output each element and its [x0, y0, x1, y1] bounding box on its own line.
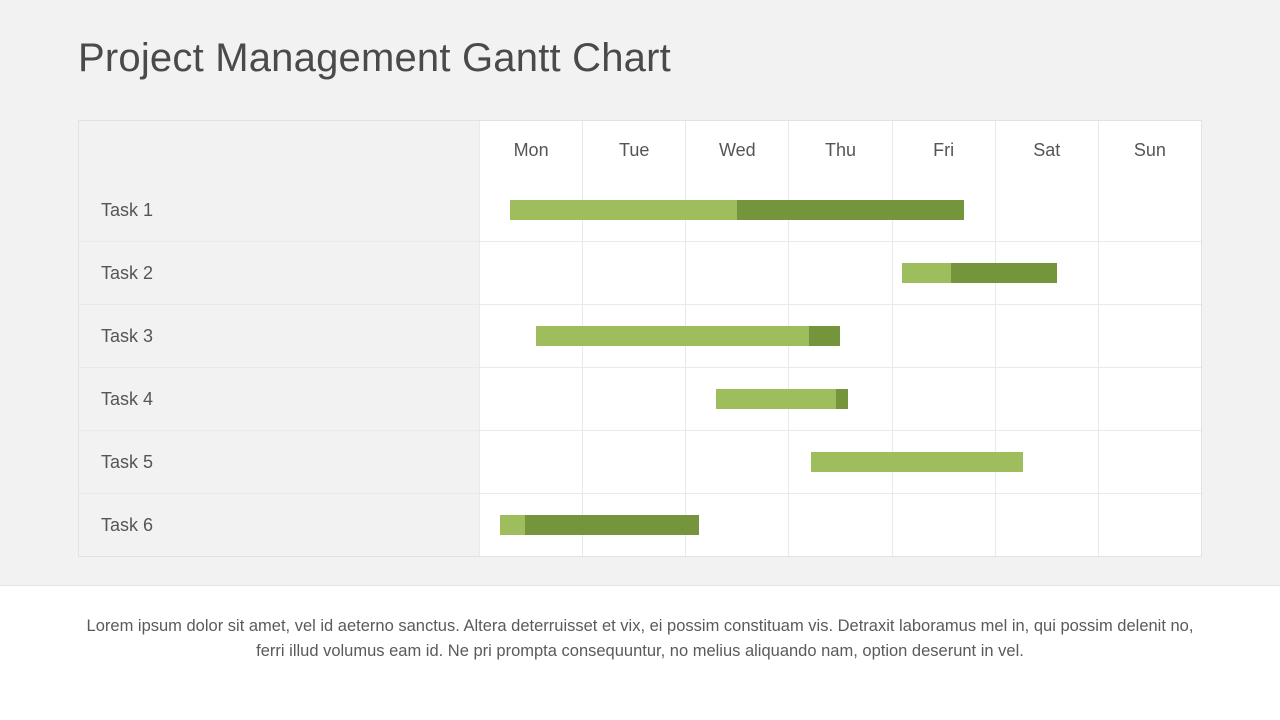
gantt-bar [500, 515, 699, 535]
gantt-row: Task 4 [79, 367, 1201, 430]
gantt-bar-layer [479, 431, 1201, 493]
gantt-header-day: Mon [479, 121, 582, 179]
gantt-header-day: Tue [582, 121, 685, 179]
gantt-bar [510, 200, 964, 220]
gantt-bar-segment-dark [525, 515, 698, 535]
gantt-bar [536, 326, 840, 346]
gantt-row: Task 5 [79, 430, 1201, 493]
gantt-bar-layer [479, 242, 1201, 304]
gantt-bar-segment-light [510, 200, 737, 220]
gantt-task-label: Task 3 [79, 305, 479, 367]
gantt-bar-segment-light [811, 452, 1022, 472]
gantt-row: Task 3 [79, 304, 1201, 367]
gantt-bar-segment-light [716, 389, 836, 409]
gantt-row: Task 1 [79, 179, 1201, 241]
gantt-bar [811, 452, 1022, 472]
gantt-day-area [479, 242, 1201, 304]
gantt-day-area [479, 179, 1201, 241]
gantt-header-day: Fri [892, 121, 995, 179]
gantt-header-day: Sun [1098, 121, 1201, 179]
gantt-day-area [479, 431, 1201, 493]
gantt-row: Task 2 [79, 241, 1201, 304]
gantt-bar-layer [479, 494, 1201, 556]
gantt-bar-segment-dark [951, 263, 1056, 283]
gantt-day-area [479, 368, 1201, 430]
gantt-chart: Mon Tue Wed Thu Fri Sat Sun Task 1Task 2… [78, 120, 1202, 557]
footer-text: Lorem ipsum dolor sit amet, vel id aeter… [0, 585, 1280, 720]
gantt-row: Task 6 [79, 493, 1201, 556]
gantt-day-area [479, 305, 1201, 367]
gantt-bar-layer [479, 179, 1201, 241]
gantt-bar-segment-dark [836, 389, 848, 409]
gantt-bar-segment-light [536, 326, 809, 346]
gantt-bar-segment-dark [737, 200, 964, 220]
slide: Project Management Gantt Chart Mon Tue W… [0, 0, 1280, 720]
gantt-header-row: Mon Tue Wed Thu Fri Sat Sun [79, 121, 1201, 179]
gantt-day-area [479, 494, 1201, 556]
gantt-bar-segment-light [500, 515, 526, 535]
gantt-task-label: Task 2 [79, 242, 479, 304]
gantt-bar-segment-dark [809, 326, 840, 346]
gantt-header-day: Thu [788, 121, 891, 179]
gantt-bar-layer [479, 305, 1201, 367]
gantt-bar-layer [479, 368, 1201, 430]
gantt-header-day: Wed [685, 121, 788, 179]
gantt-task-label: Task 5 [79, 431, 479, 493]
gantt-task-label: Task 1 [79, 179, 479, 241]
gantt-task-label: Task 4 [79, 368, 479, 430]
gantt-bar-segment-light [902, 263, 952, 283]
page-title: Project Management Gantt Chart [78, 36, 671, 81]
gantt-header-day: Sat [995, 121, 1098, 179]
gantt-header-blank [79, 121, 479, 179]
gantt-bar [902, 263, 1057, 283]
gantt-task-label: Task 6 [79, 494, 479, 556]
gantt-bar [716, 389, 848, 409]
